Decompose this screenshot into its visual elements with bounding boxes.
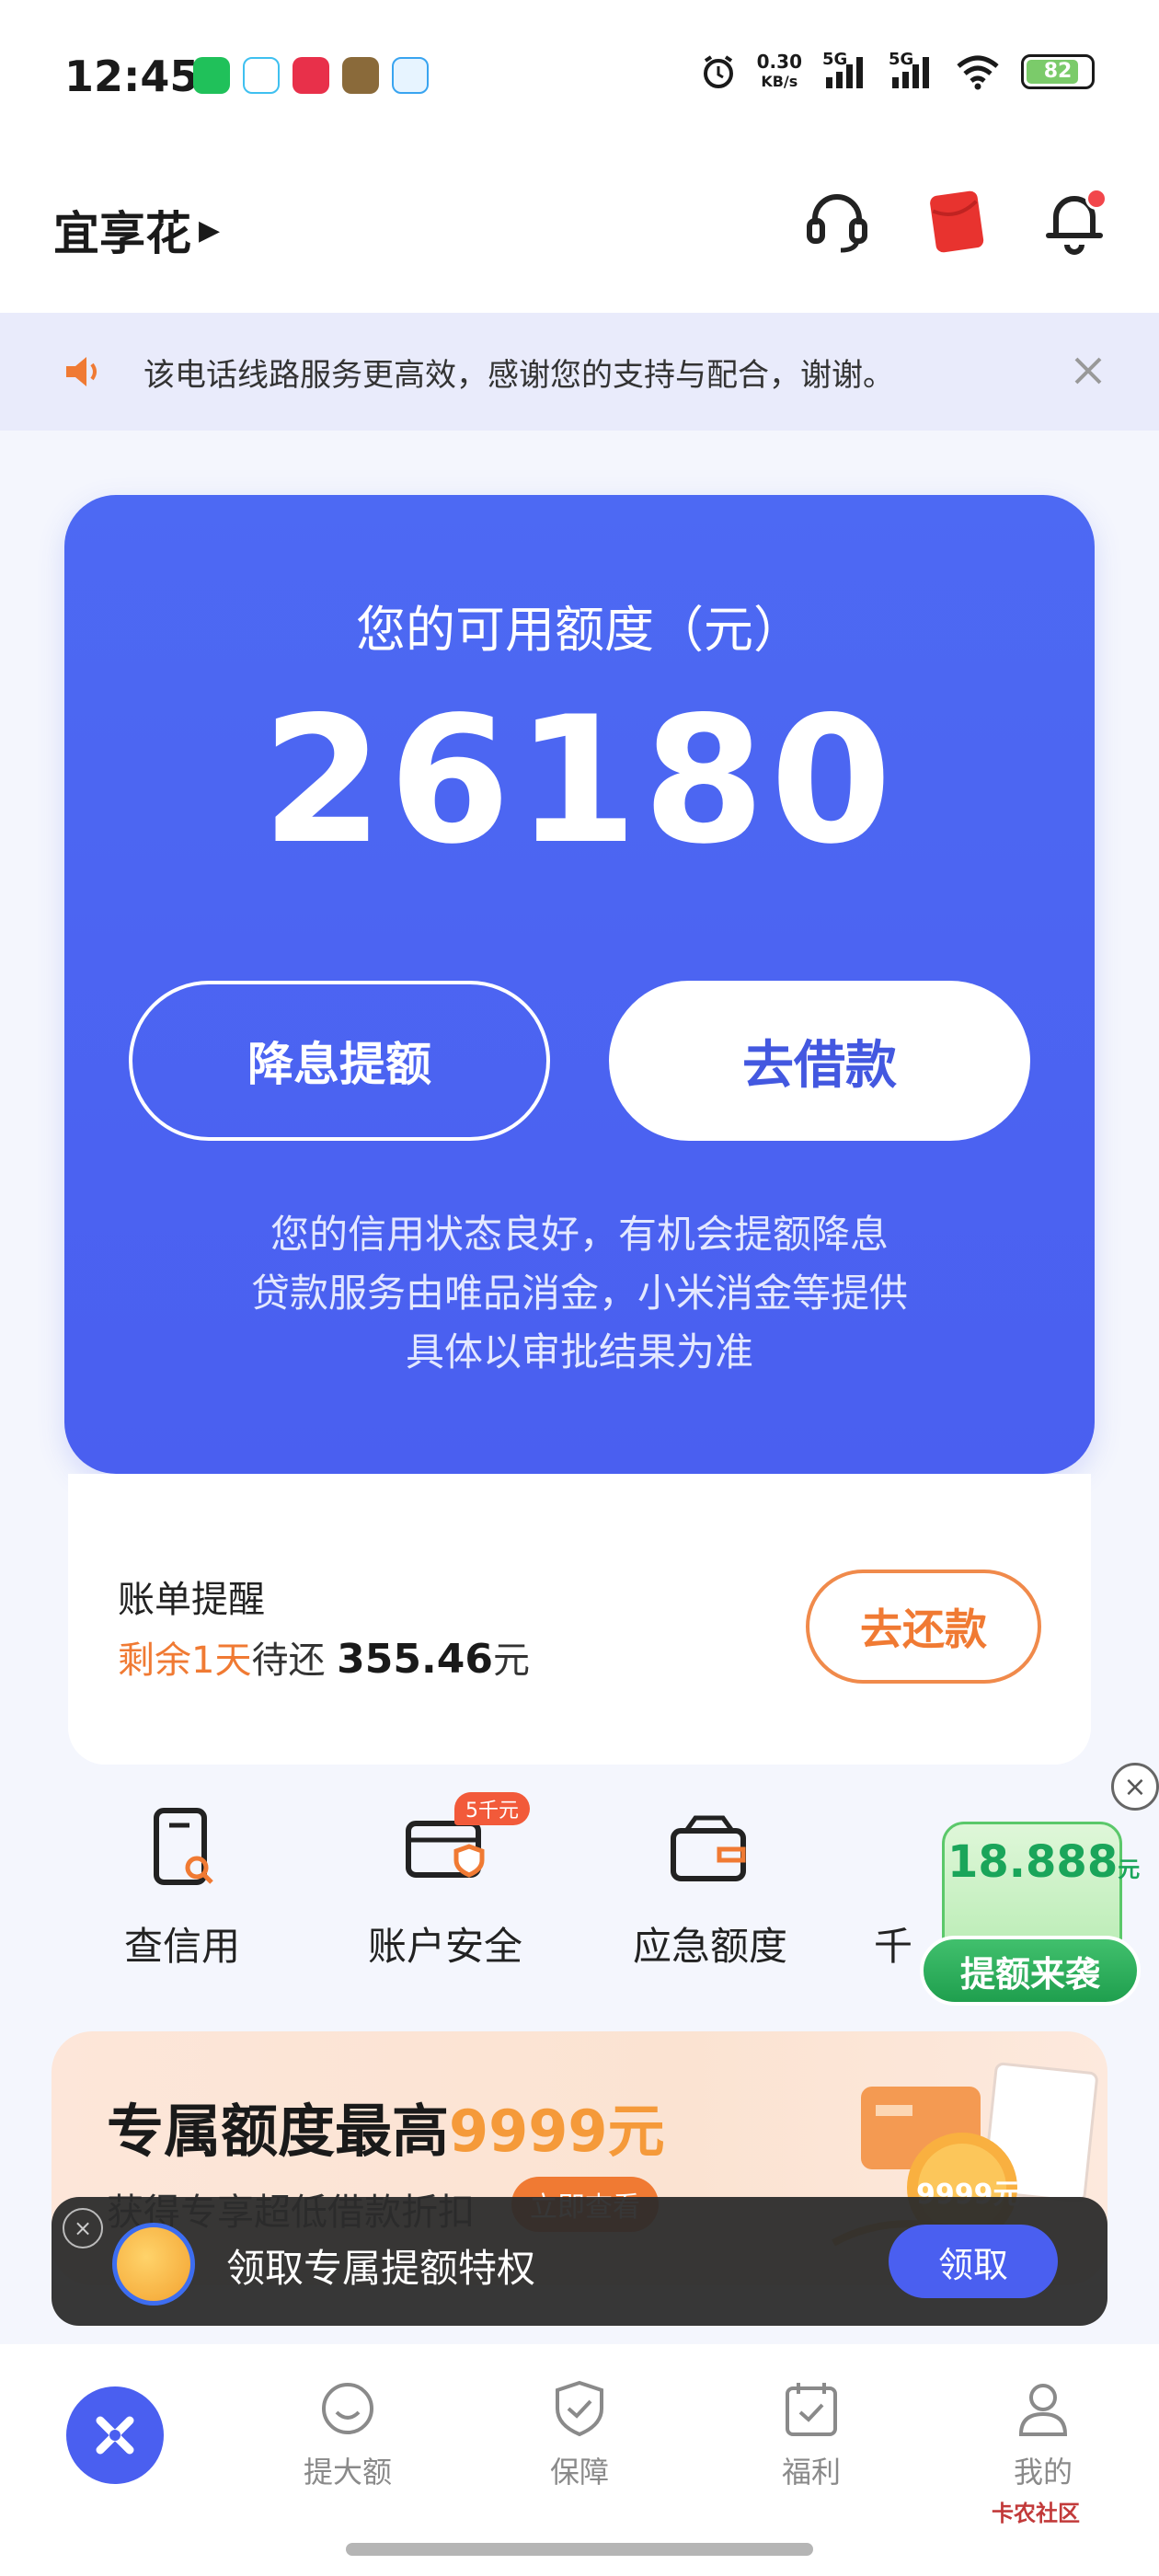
bill-summary: 剩余1天待还 355.46元: [118, 1630, 530, 1684]
shield-check-icon: [556, 2380, 603, 2437]
promo-value-number: 18.888: [947, 1836, 1119, 1888]
net-speed-value: 0.30: [756, 51, 802, 73]
borrow-button[interactable]: 去借款: [609, 981, 1030, 1141]
bill-pending-label: 待还: [251, 1639, 326, 1682]
nav-item-mine[interactable]: 我的: [970, 2377, 1117, 2491]
bell-icon[interactable]: [1038, 184, 1111, 258]
send-app-icon: [392, 57, 429, 94]
signal-2: 5G: [889, 50, 935, 90]
floating-promo[interactable]: 18.888元 提额来袭: [920, 1785, 1159, 2024]
notification-dot: [1085, 188, 1107, 210]
status-indicators: 0.30 KB/s 5G 5G 82: [700, 50, 1095, 92]
credit-desc-line: 贷款服务由唯品消金，小米消金等提供: [250, 1271, 908, 1316]
repay-button[interactable]: 去还款: [806, 1570, 1041, 1684]
banner-title-highlight: 9999元: [449, 2098, 665, 2165]
battery-level: 82: [1043, 60, 1073, 83]
bill-days-remaining: 剩余1天: [118, 1639, 252, 1682]
credit-desc-line: 您的信用状态良好，有机会提额降息: [270, 1212, 889, 1257]
credit-desc-line: 具体以审批结果为准: [405, 1329, 753, 1374]
quick-label: 账户安全: [367, 1924, 522, 1969]
bill-title: 账单提醒: [118, 1579, 265, 1621]
red-envelope-icon[interactable]: [920, 184, 993, 258]
signal-bars-icon: [892, 57, 929, 88]
quick-item-credit-check[interactable]: 查信用: [81, 1803, 283, 1972]
nav-item-raise-limit[interactable]: 提大额: [274, 2377, 421, 2491]
nav-label: 我的: [1013, 2455, 1073, 2490]
headset-icon[interactable]: [800, 184, 874, 258]
close-icon[interactable]: [1065, 348, 1111, 394]
coupon-icon: [112, 2223, 195, 2306]
close-icon[interactable]: ×: [1111, 1763, 1159, 1811]
nav-home[interactable]: [66, 2386, 164, 2484]
bill-unit: 元: [492, 1639, 530, 1682]
credit-limit-amount: 26180: [261, 679, 898, 882]
banner-title: 专属额度最高9999元: [107, 2085, 665, 2168]
promo-value-unit: 元: [1118, 1857, 1141, 1882]
signal-bars-icon: [826, 57, 863, 88]
status-bar: 12:45 0.30 KB/s 5G 5G 82: [0, 0, 1159, 156]
bill-reminder-card: 账单提醒 剩余1天待还 355.46元 去还款: [68, 1474, 1091, 1765]
app-header: 宜享花 ▶: [0, 156, 1159, 313]
caret-right-icon: ▶: [199, 213, 221, 247]
notice-bar: 该电话线路服务更高效，感谢您的支持与配合，谢谢。: [0, 313, 1159, 431]
battery-icon: 82: [1021, 54, 1095, 89]
account-security-icon: 5千元: [399, 1792, 530, 1895]
app-title-switcher[interactable]: 宜享花 ▶: [53, 197, 220, 263]
credit-limit-card: 您的可用额度（元） 26180 降息提额 去借款 您的信用状态良好，有机会提额降…: [64, 495, 1095, 1474]
bottom-nav: 提大额 保障 福利 我的: [0, 2344, 1159, 2576]
signal-1: 5G: [822, 50, 868, 90]
toast-text: 领取专属提额特权: [226, 2246, 536, 2291]
nav-label: 提大额: [303, 2455, 392, 2490]
quick-label: 应急额度: [632, 1924, 787, 1969]
promo-button[interactable]: 提额来袭: [920, 1936, 1141, 2006]
claim-button[interactable]: 领取: [889, 2225, 1058, 2298]
raise-limit-button[interactable]: 降息提额: [129, 981, 550, 1141]
watermark: 卡农社区: [992, 2501, 1080, 2526]
banner-title-prefix: 专属额度最高: [107, 2098, 450, 2165]
smile-icon: [322, 2383, 373, 2434]
nav-item-benefits[interactable]: 福利: [738, 2377, 885, 2491]
net-speed: 0.30 KB/s: [757, 52, 802, 92]
nav-item-protection[interactable]: 保障: [506, 2377, 653, 2491]
wechat-icon: [193, 57, 230, 94]
nav-label: 保障: [549, 2455, 609, 2490]
quick-item-account-security[interactable]: 5千元 账户安全: [344, 1792, 546, 1972]
home-logo-icon: [96, 2416, 134, 2455]
close-icon[interactable]: ×: [63, 2208, 103, 2248]
status-time: 12:45: [64, 52, 200, 101]
app-title: 宜享花: [53, 207, 191, 260]
notice-text: 该电话线路服务更高效，感谢您的支持与配合，谢谢。: [143, 356, 894, 394]
speaker-icon: [66, 357, 97, 386]
promo-value: 18.888元: [947, 1836, 1140, 1888]
nav-label: 福利: [781, 2455, 841, 2490]
video-app-icon: [243, 57, 280, 94]
net-speed-unit: KB/s: [761, 73, 798, 90]
xiaohongshu-icon: [293, 57, 329, 94]
credit-limit-label: 您的可用额度（元）: [356, 601, 803, 659]
privilege-toast: × 领取专属提额特权 领取: [52, 2197, 1107, 2326]
credit-description: 您的信用状态良好，有机会提额降息 贷款服务由唯品消金，小米消金等提供 具体以审批…: [64, 1205, 1095, 1382]
wifi-icon: [957, 55, 999, 90]
user-icon: [1018, 2384, 1068, 2436]
status-app-icons: [193, 57, 429, 94]
game-app-icon: [342, 57, 379, 94]
emergency-wallet-icon: [664, 1803, 756, 1895]
calendar-check-icon: [786, 2383, 837, 2436]
bill-amount: 355.46: [337, 1636, 493, 1683]
alarm-icon: [703, 55, 733, 88]
home-indicator[interactable]: [346, 2543, 813, 2556]
credit-check-icon: [136, 1803, 228, 1895]
quick-label: 查信用: [123, 1924, 240, 1969]
quick-badge: 5千元: [454, 1792, 530, 1825]
quick-item-emergency-limit[interactable]: 应急额度: [609, 1803, 811, 1972]
